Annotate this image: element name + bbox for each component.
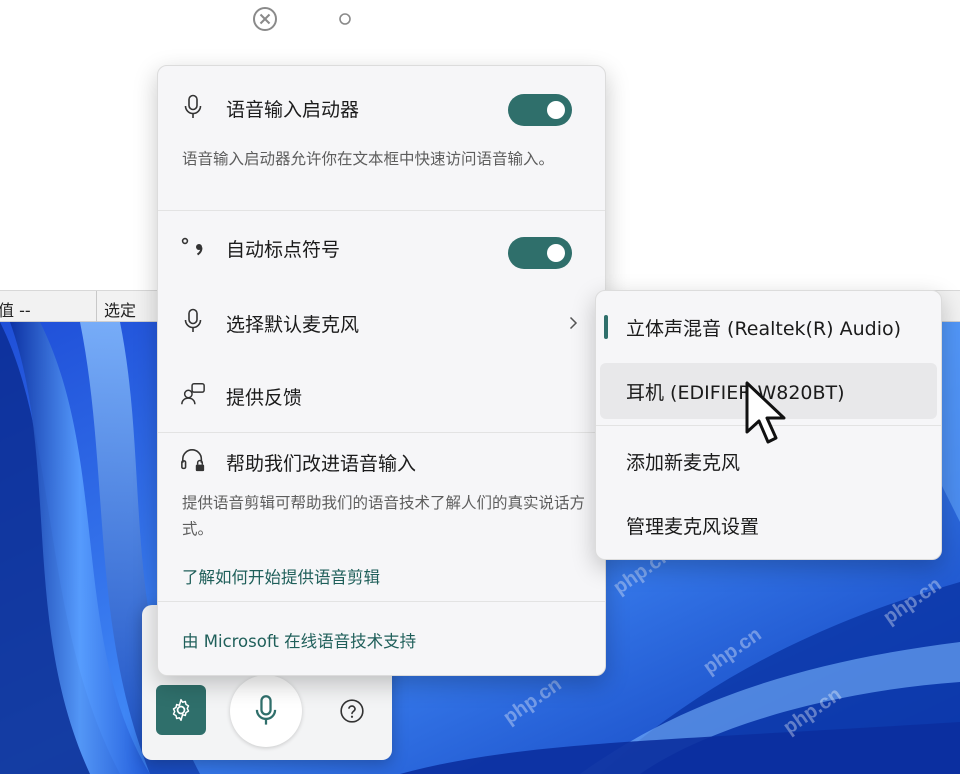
feedback-label: 提供反馈: [226, 387, 303, 409]
help-circle-icon: [340, 699, 364, 723]
punctuation-icon: [180, 234, 206, 260]
help-button[interactable]: [338, 697, 366, 725]
improve-voice-label: 帮助我们改进语音输入: [226, 453, 417, 475]
microsoft-speech-link[interactable]: 由 Microsoft 在线语音技术支持: [182, 628, 416, 652]
microphone-icon: [255, 695, 277, 725]
dot-icon[interactable]: [338, 12, 352, 26]
gear-icon: [172, 698, 190, 722]
voice-launcher-description: 语音输入启动器允许你在文本框中快速访问语音输入。: [182, 150, 555, 168]
voice-settings-panel: 语音输入启动器 语音输入启动器允许你在文本框中快速访问语音输入。 自动标点符号: [157, 65, 606, 676]
learn-voice-clips-link[interactable]: 了解如何开始提供语音剪辑: [182, 564, 380, 588]
headset-lock-icon: [180, 447, 206, 473]
voice-launcher-toggle[interactable]: [508, 94, 572, 126]
voice-launcher-label: 语音输入启动器: [226, 99, 360, 121]
auto-punctuation-label: 自动标点符号: [226, 239, 341, 261]
status-mid-label: 选定: [104, 301, 137, 320]
mic-option-label: 耳机 (EDIFIER W820BT): [626, 382, 845, 404]
settings-button[interactable]: [156, 685, 206, 735]
mic-option-label: 添加新麦克风: [626, 452, 741, 474]
microphone-icon: [180, 308, 206, 334]
default-microphone-label: 选择默认麦克风: [226, 314, 360, 336]
microphone-icon: [180, 94, 206, 120]
voice-launcher-row: 语音输入启动器 语音输入启动器允许你在文本框中快速访问语音输入。: [158, 66, 605, 210]
improve-voice-row: 帮助我们改进语音输入 提供语音剪辑可帮助我们的语音技术了解人们的真实说话方式。 …: [158, 433, 605, 599]
close-circle-icon[interactable]: [252, 6, 278, 32]
chevron-right-icon: [569, 316, 578, 330]
mouse-cursor-icon: [745, 381, 786, 444]
mic-option-label: 立体声混音 (Realtek(R) Audio): [626, 318, 902, 340]
auto-punctuation-toggle[interactable]: [508, 237, 572, 269]
mic-option-stereo-mix[interactable]: 立体声混音 (Realtek(R) Audio): [600, 299, 937, 355]
improve-voice-description: 提供语音剪辑可帮助我们的语音技术了解人们的真实说话方式。: [182, 494, 586, 538]
auto-punctuation-row: 自动标点符号: [158, 211, 605, 283]
selected-indicator: [604, 315, 608, 339]
status-left-label: 值 --: [0, 301, 31, 320]
feedback-row[interactable]: 提供反馈: [158, 359, 605, 431]
manage-microphone-settings-item[interactable]: 管理麦克风设置: [600, 497, 937, 553]
default-microphone-row[interactable]: 选择默认麦克风: [158, 286, 605, 358]
mic-option-label: 管理麦克风设置: [626, 516, 760, 538]
feedback-icon: [180, 381, 206, 407]
microphone-button[interactable]: [230, 675, 302, 747]
